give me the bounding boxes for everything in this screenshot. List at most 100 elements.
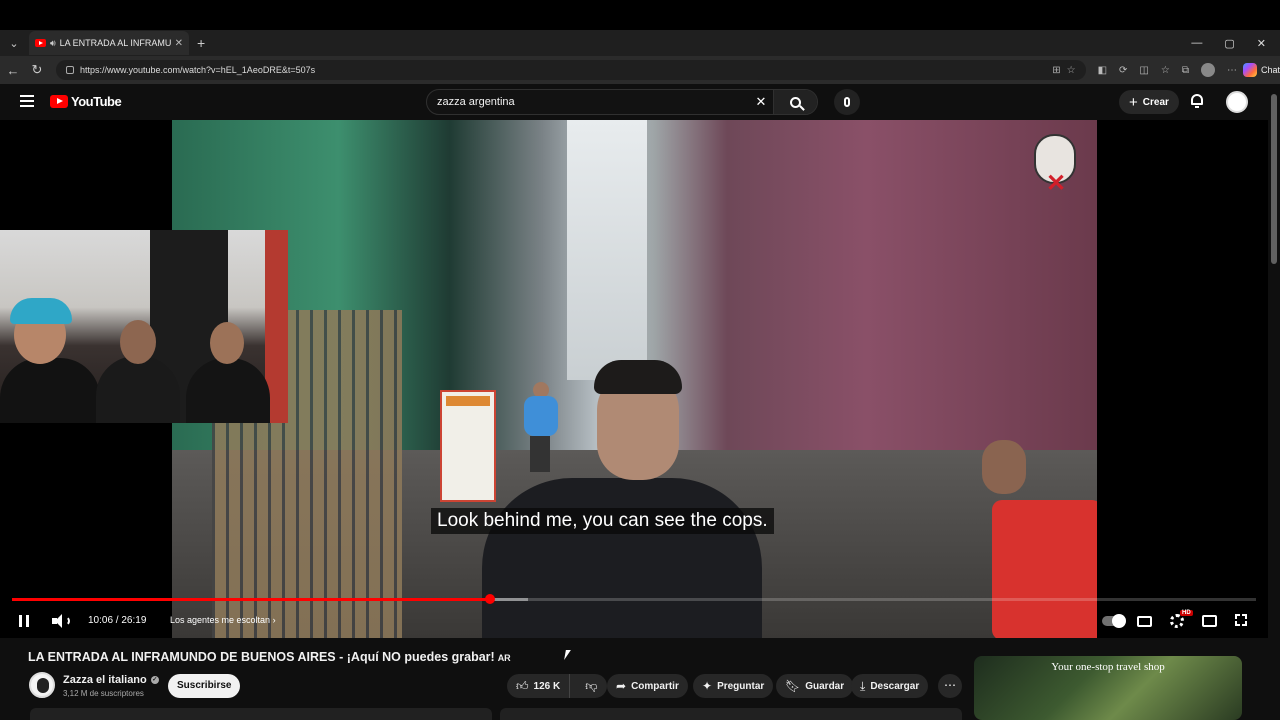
microphone-icon — [844, 97, 850, 107]
search-box: zazza argentina ✕ — [426, 89, 818, 115]
dislike-button[interactable]: 👎︎ — [575, 674, 607, 698]
account-avatar[interactable] — [1226, 91, 1248, 113]
subscriber-count: 3,12 M de suscriptores — [63, 689, 144, 698]
subtitles-icon[interactable] — [1137, 616, 1152, 627]
browser-toolbar: ← ↻ https://www.youtube.com/watch?v=hEL_… — [0, 56, 1280, 84]
tab-actions-menu[interactable]: ⌄ — [3, 32, 25, 54]
thumbs-up-icon: 👍︎ — [516, 678, 529, 693]
sponsored-ad-card[interactable]: Your one-stop travel shop — [974, 656, 1242, 720]
refresh-extension-icon[interactable]: ⟳ — [1119, 65, 1127, 76]
pause-icon[interactable] — [19, 615, 29, 627]
address-bar[interactable]: https://www.youtube.com/watch?v=hEL_1Aeo… — [55, 60, 1086, 80]
channel-avatar[interactable] — [29, 672, 55, 698]
video-details: LA ENTRADA AL INFRAMUNDO DE BUENOS AIRES… — [0, 638, 1268, 720]
reaction-webcam-overlay — [0, 230, 288, 423]
share-label: Compartir — [631, 680, 679, 692]
save-button[interactable]: 🔖︎ Guardar — [776, 674, 854, 698]
copilot-icon — [1242, 63, 1257, 77]
create-label: Crear — [1142, 96, 1169, 108]
search-icon — [790, 96, 801, 108]
hd-badge: HD — [1180, 610, 1193, 616]
channel-name-text: Zazza el italiano — [63, 674, 147, 686]
download-icon: ⤓ — [860, 678, 866, 693]
more-actions-icon[interactable]: ⋯ — [938, 674, 962, 698]
ad-headline: Your one-stop travel shop — [1051, 661, 1165, 673]
back-button[interactable]: ← — [2, 63, 24, 78]
fullscreen-icon[interactable] — [1235, 614, 1247, 626]
chips-row-edge — [500, 708, 962, 720]
close-window-button[interactable]: ✕ — [1257, 37, 1266, 50]
played-bar — [12, 598, 491, 601]
volume-icon[interactable] — [52, 614, 70, 628]
chapter-title[interactable]: Los agentes me escoltan › — [170, 615, 276, 625]
video-player[interactable]: ✕ Look behind me, you can see the cops. … — [0, 120, 1268, 638]
plus-icon: + — [1129, 93, 1138, 111]
favorite-star-icon[interactable]: ☆ — [1067, 65, 1076, 76]
more-menu-icon[interactable]: ⋯ — [1227, 65, 1237, 76]
search-input[interactable]: zazza argentina — [427, 96, 749, 108]
share-button[interactable]: ➦ Compartir — [607, 674, 688, 698]
speaker-icon[interactable]: 🔊︎ — [50, 38, 56, 49]
browser-tab-active[interactable]: 🔊︎ LA ENTRADA AL INFRAMUNDO ✕ — [29, 31, 189, 55]
country-flag: AR — [497, 653, 511, 663]
site-info-icon[interactable] — [65, 66, 74, 74]
video-presenter — [472, 360, 762, 638]
subscribe-button[interactable]: Suscribirse — [168, 674, 241, 698]
video-title-text: LA ENTRADA AL INFRAMUNDO DE BUENOS AIRES… — [28, 650, 495, 664]
sparkle-icon: ✦ — [702, 679, 713, 693]
split-screen-icon[interactable]: ◫ — [1139, 65, 1148, 76]
channel-watermark-icon[interactable]: ✕ — [1032, 134, 1080, 196]
profile-avatar[interactable] — [1200, 63, 1215, 77]
bookmark-icon: 🔖︎ — [785, 679, 801, 693]
chat-label: Chat — [1260, 65, 1280, 75]
ask-button[interactable]: ✦ Preguntar — [693, 674, 774, 698]
scrollbar-thumb[interactable] — [1271, 94, 1277, 264]
tab-title: LA ENTRADA AL INFRAMUNDO — [59, 38, 171, 48]
menu-icon[interactable] — [20, 95, 34, 107]
mouse-cursor — [564, 650, 571, 660]
clear-search-icon[interactable]: ✕ — [749, 94, 773, 110]
chapter-label: Los agentes me escoltan — [170, 615, 271, 625]
youtube-header: YouTube zazza argentina ✕ + Crear — [0, 84, 1280, 120]
app-available-icon[interactable]: ⊞ — [1052, 65, 1060, 76]
channel-name[interactable]: Zazza el italiano ✓ — [63, 674, 159, 686]
player-controls: 10:06 / 26:19 Los agentes me escoltan › … — [0, 606, 1268, 636]
collections-icon[interactable]: ⧉ — [1182, 65, 1189, 76]
settings-gear-icon[interactable] — [1170, 614, 1184, 628]
window-controls: — ▢ ✕ — [1191, 37, 1266, 50]
minimize-button[interactable]: — — [1191, 37, 1202, 50]
theater-mode-icon[interactable] — [1202, 615, 1217, 627]
refresh-button[interactable]: ↻ — [26, 62, 48, 78]
voice-search-button[interactable] — [834, 89, 860, 115]
tab-close-icon[interactable]: ✕ — [175, 38, 183, 49]
page-scrollbar[interactable] — [1268, 84, 1280, 720]
search-button[interactable] — [773, 90, 817, 114]
notifications-bell-icon[interactable] — [1190, 93, 1204, 109]
download-label: Descargar — [870, 680, 920, 692]
save-label: Guardar — [805, 680, 845, 692]
youtube-wordmark: YouTube — [71, 94, 122, 109]
description-box-edge — [30, 708, 492, 720]
video-sky — [567, 120, 647, 380]
extension-icon[interactable]: ◧ — [1098, 65, 1107, 76]
browser-tab-strip: ⌄ 🔊︎ LA ENTRADA AL INFRAMUNDO ✕ + — ▢ ✕ — [0, 30, 1280, 56]
autoplay-toggle[interactable] — [1102, 614, 1126, 628]
youtube-favicon-icon — [35, 39, 46, 47]
favorites-icon[interactable]: ☆ — [1161, 65, 1170, 76]
maximize-button[interactable]: ▢ — [1224, 37, 1234, 50]
create-button[interactable]: + Crear — [1119, 90, 1179, 114]
time-display: 10:06 / 26:19 — [88, 615, 147, 626]
extensions-bar: ◧ ⟳ ◫ ☆ ⧉ ⋯ — [1098, 63, 1237, 77]
video-frame[interactable]: ✕ — [172, 120, 1097, 638]
copilot-chat-button[interactable]: Chat — [1242, 63, 1280, 77]
like-dislike-group: 👍︎ 126 K 👎︎ — [507, 674, 608, 698]
progress-bar[interactable] — [12, 594, 1256, 604]
youtube-play-icon — [50, 95, 68, 108]
subtitle-caption: Look behind me, you can see the cops. — [431, 508, 774, 534]
chevron-right-icon: › — [272, 615, 276, 625]
new-tab-button[interactable]: + — [197, 35, 205, 51]
like-button[interactable]: 👍︎ 126 K — [507, 674, 571, 698]
youtube-logo[interactable]: YouTube — [50, 94, 122, 109]
download-button[interactable]: ⤓ Descargar — [851, 674, 929, 698]
video-title: LA ENTRADA AL INFRAMUNDO DE BUENOS AIRES… — [28, 650, 511, 664]
